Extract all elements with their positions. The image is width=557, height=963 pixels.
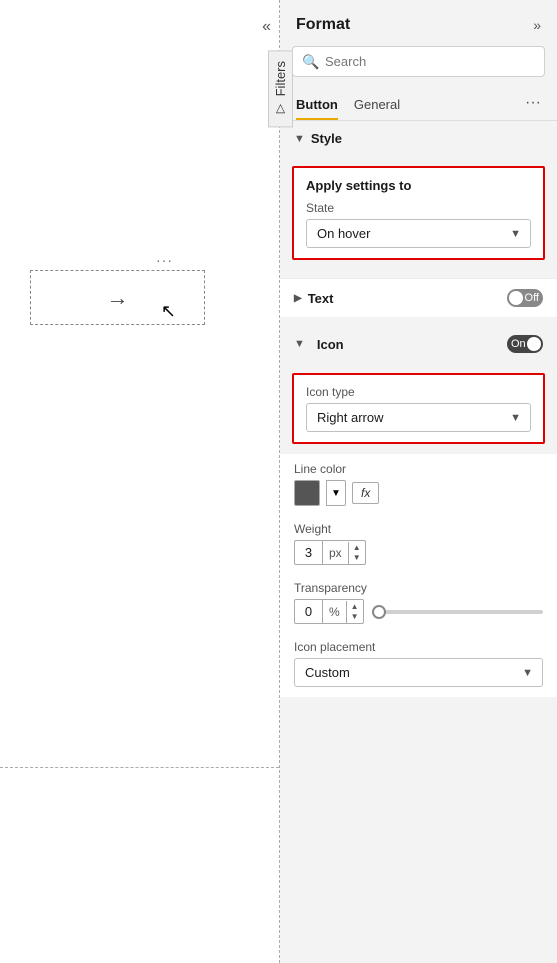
transparency-spinner-down[interactable]: ▼: [347, 612, 363, 622]
tabs-row: Button General ···: [280, 89, 557, 121]
icon-type-dropdown-wrapper: Right arrow Left arrow Up arrow Down arr…: [306, 403, 531, 432]
search-container: 🔍: [292, 46, 545, 77]
text-section-row[interactable]: ▶ Text Off: [280, 278, 557, 317]
tab-general[interactable]: General: [354, 89, 400, 120]
search-input[interactable]: [292, 46, 545, 77]
divider-2: [280, 317, 557, 325]
icon-toggle-label: On: [511, 338, 526, 350]
transparency-value[interactable]: 0: [295, 600, 323, 623]
cursor-icon: ↖: [161, 301, 176, 322]
filters-label: Filters: [273, 61, 288, 96]
icon-placement-label: Icon placement: [294, 640, 543, 654]
color-dropdown-button[interactable]: ▼: [326, 480, 346, 506]
transparency-slider-row: 0 % ▲ ▼: [294, 599, 543, 624]
divider-1: [280, 270, 557, 278]
canvas-arrow-icon: →: [107, 285, 129, 311]
weight-row: Weight 3 px ▲ ▼: [280, 514, 557, 573]
icon-placement-row: Icon placement Left Right Above Below Cu…: [280, 632, 557, 697]
transparency-row: Transparency 0 % ▲ ▼: [280, 573, 557, 632]
search-icon: 🔍: [302, 53, 319, 70]
icon-section-header[interactable]: ▼ Icon On: [280, 325, 557, 363]
element-more-button[interactable]: ···: [156, 252, 173, 268]
icon-placement-dropdown[interactable]: Left Right Above Below Custom: [294, 658, 543, 687]
transparency-unit: %: [323, 601, 347, 623]
fx-button[interactable]: fx: [352, 482, 379, 504]
tabs-more-button[interactable]: ···: [525, 94, 541, 116]
icon-section-left: ▼ Icon: [294, 337, 344, 352]
panel-title: Format: [296, 16, 350, 34]
icon-section-label: Icon: [317, 337, 344, 352]
icon-type-label: Icon type: [306, 385, 531, 399]
icon-chevron-icon: ▼: [294, 338, 305, 350]
style-chevron-icon: ▼: [294, 133, 305, 145]
icon-type-dropdown[interactable]: Right arrow Left arrow Up arrow Down arr…: [306, 403, 531, 432]
filters-tab[interactable]: ▽ Filters: [268, 50, 293, 127]
line-color-row: Line color ▼ fx: [280, 454, 557, 514]
panel-header: Format »: [280, 0, 557, 46]
icon-toggle-thumb: [527, 337, 541, 351]
line-color-swatch[interactable]: [294, 480, 320, 506]
format-panel: Format » 🔍 Button General ··· ▼ Style Ap…: [280, 0, 557, 963]
style-section-label: Style: [311, 131, 342, 146]
filter-icon: ▽: [274, 102, 288, 116]
color-row: ▼ fx: [294, 480, 543, 506]
transparency-spinner-up[interactable]: ▲: [347, 602, 363, 612]
text-toggle-label: Off: [525, 292, 539, 304]
canvas-bottom-divider: [0, 767, 279, 768]
weight-spinner-up[interactable]: ▲: [349, 543, 365, 553]
weight-unit: px: [323, 542, 349, 564]
weight-input-row: 3 px ▲ ▼: [294, 540, 543, 565]
transparency-slider-track[interactable]: [372, 610, 543, 614]
expand-panel-button[interactable]: »: [533, 17, 541, 33]
icon-toggle[interactable]: On: [507, 335, 543, 353]
weight-value[interactable]: 3: [295, 541, 323, 564]
weight-number-box: 3 px ▲ ▼: [294, 540, 366, 565]
transparency-number-box: 0 % ▲ ▼: [294, 599, 364, 624]
tab-button[interactable]: Button: [296, 89, 338, 120]
text-toggle-thumb: [509, 291, 523, 305]
weight-spinner-down[interactable]: ▼: [349, 553, 365, 563]
button-canvas-element[interactable]: → ↖: [30, 270, 205, 325]
text-chevron-icon: ▶: [294, 293, 302, 304]
collapse-panels-button[interactable]: «: [262, 18, 271, 36]
icon-type-box: Icon type Right arrow Left arrow Up arro…: [292, 373, 545, 444]
icon-placement-dropdown-wrapper: Left Right Above Below Custom ▼: [294, 658, 543, 687]
text-section-label: Text: [308, 291, 334, 306]
line-color-label: Line color: [294, 462, 543, 476]
apply-settings-box: Apply settings to State Default On hover…: [292, 166, 545, 260]
state-dropdown-wrapper: Default On hover On press Disabled ▼: [306, 219, 531, 248]
transparency-spinners[interactable]: ▲ ▼: [347, 602, 363, 622]
text-section-label-group: ▶ Text: [294, 291, 333, 306]
transparency-slider-thumb[interactable]: [372, 605, 386, 619]
state-dropdown[interactable]: Default On hover On press Disabled: [306, 219, 531, 248]
text-toggle[interactable]: Off: [507, 289, 543, 307]
weight-spinners[interactable]: ▲ ▼: [349, 543, 365, 563]
apply-settings-title: Apply settings to: [306, 178, 531, 193]
canvas-area: « ▽ Filters ··· → ↖: [0, 0, 280, 963]
state-label: State: [306, 201, 531, 215]
weight-label: Weight: [294, 522, 543, 536]
style-section-header[interactable]: ▼ Style: [280, 121, 557, 156]
transparency-label: Transparency: [294, 581, 543, 595]
